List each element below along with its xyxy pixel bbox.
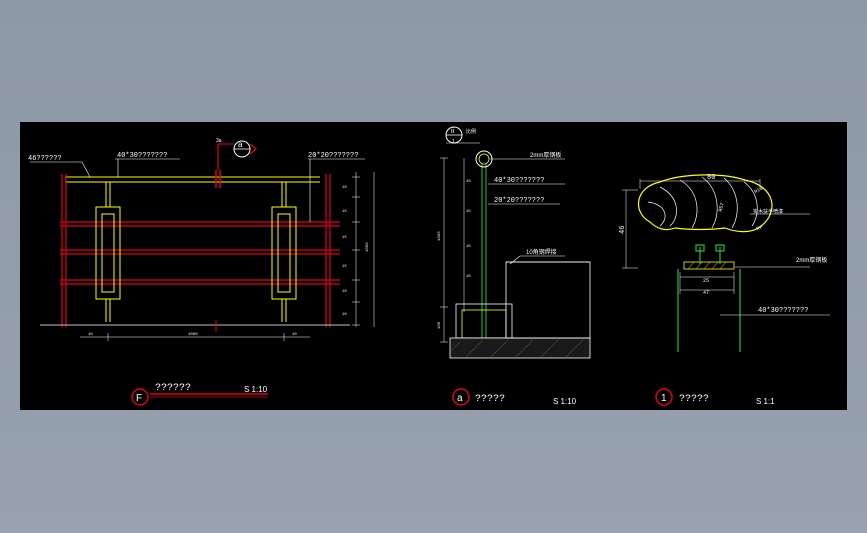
panel-a-section: ii 1 比例 1000 100 15 15 15 10 2mm厚钢板 40*3… — [438, 126, 591, 406]
panel-f-marker-letter: F — [136, 393, 142, 404]
label-top-mid: 40*30??????? — [117, 152, 167, 160]
label-top-right: 20*20??????? — [308, 152, 358, 160]
svg-text:15: 15 — [466, 180, 471, 184]
svg-text:10: 10 — [88, 333, 93, 337]
panel-a-label-plate: 2mm厚钢板 — [530, 151, 561, 159]
section-marker-letter: a — [238, 140, 243, 149]
panel-1-label-plate: 2mm厚钢板 — [796, 256, 827, 264]
cad-drawing: 10 15 15 15 10 10 1000 10 1000 10 a 3a 4… — [28, 126, 830, 406]
panel-1-label-wood: 实木扶手喷漆 — [753, 208, 783, 215]
panel-1-dim-47: 47 — [703, 290, 709, 296]
label-top-left: 46?????? — [28, 155, 62, 163]
panel-1-dim-width: 80 — [707, 174, 715, 182]
cad-drawing-canvas[interactable]: 10 15 15 15 10 10 1000 10 1000 10 a 3a 4… — [20, 122, 847, 410]
panel-1-detail: 80 46 R10 R57 R7 25 47 实木扶手喷漆 2mm厚钢板 40*… — [619, 174, 830, 406]
svg-text:10: 10 — [292, 333, 297, 337]
panel-a-top-marker: ii — [451, 128, 455, 135]
svg-text:10: 10 — [466, 275, 471, 279]
svg-text:15: 15 — [466, 245, 471, 249]
svg-text:15: 15 — [342, 265, 347, 269]
panel-f-scale: S 1:10 — [244, 385, 268, 394]
dim-bottom-mid: 1000 — [188, 333, 198, 337]
panel-a-label-steel: 10角钢焊接 — [526, 248, 557, 256]
panel-1-label-tube: 40*30??????? — [758, 307, 808, 315]
svg-text:3a: 3a — [216, 138, 222, 144]
svg-text:比例: 比例 — [466, 128, 476, 135]
svg-text:15: 15 — [342, 236, 347, 240]
panel-a-top-ref: 1 — [452, 139, 455, 145]
dim-side-right: 1000 — [366, 242, 370, 252]
svg-text:15: 15 — [342, 210, 347, 214]
svg-text:10: 10 — [342, 186, 347, 190]
svg-text:100: 100 — [438, 321, 442, 329]
svg-text:10: 10 — [342, 290, 347, 294]
panel-a-title: ????? — [475, 394, 505, 405]
panel-1-dim-r57: R57 — [718, 202, 726, 212]
svg-text:1000: 1000 — [438, 231, 442, 241]
panel-a-label-tube1: 40*30??????? — [494, 177, 544, 185]
panel-1-marker-letter: 1 — [661, 393, 667, 404]
panel-a-scale: S 1:10 — [553, 397, 577, 406]
panel-a-label-tube2: 20*20??????? — [494, 197, 544, 205]
panel-f-elevation: 10 15 15 15 10 10 1000 10 1000 10 a 3a 4… — [28, 138, 375, 406]
panel-f-title: ?????? — [155, 383, 191, 394]
svg-text:15: 15 — [466, 210, 471, 214]
panel-1-dim-height: 46 — [619, 226, 627, 234]
panel-1-dim-25: 25 — [703, 278, 709, 284]
svg-text:10: 10 — [342, 313, 347, 317]
panel-1-scale: S 1:1 — [756, 397, 775, 406]
panel-1-title: ????? — [679, 394, 709, 405]
panel-a-marker-letter: a — [457, 393, 463, 404]
